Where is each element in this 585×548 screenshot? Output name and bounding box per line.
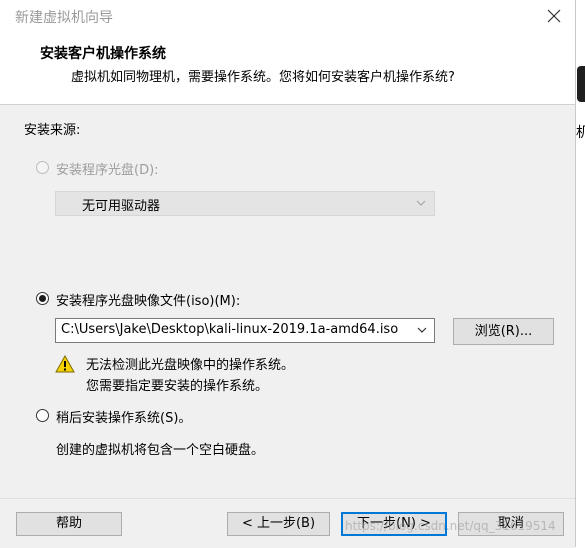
window-title: 新建虚拟机向导: [15, 10, 113, 26]
back-button[interactable]: < 上一步(B): [227, 512, 330, 536]
install-later-description: 创建的虚拟机将包含一个空白硬盘。: [56, 443, 265, 458]
warning-icon: [55, 355, 75, 373]
header-title: 安装客户机操作系统: [40, 46, 166, 62]
radio-selected-dot: [39, 295, 46, 302]
new-vm-wizard-dialog: 新建虚拟机向导 安装客户机操作系统 虚拟机如同物理机，需要操作系统。您将如何安装…: [0, 0, 576, 548]
disc-radio[interactable]: [36, 161, 49, 174]
chevron-down-icon: [417, 327, 427, 333]
browse-button-label: 浏览(R)...: [474, 324, 533, 339]
back-button-label: < 上一步(B): [241, 516, 316, 531]
disc-drive-select[interactable]: 无可用驱动器: [55, 191, 435, 216]
background-window-element: [577, 66, 585, 102]
iso-radio-label: 安装程序光盘映像文件(iso)(M):: [56, 294, 241, 309]
warning-line-1: 无法检测此光盘映像中的操作系统。: [86, 358, 295, 373]
iso-radio[interactable]: [36, 292, 49, 305]
iso-path-combobox[interactable]: C:\Users\Jake\Desktop\kali-linux-2019.1a…: [55, 318, 435, 343]
title-bar: 新建虚拟机向导: [0, 0, 575, 33]
chevron-down-icon: [416, 200, 426, 206]
install-later-radio[interactable]: [36, 409, 49, 422]
browse-button[interactable]: 浏览(R)...: [453, 318, 554, 345]
help-button-label: 帮助: [55, 516, 82, 531]
help-button[interactable]: 帮助: [16, 512, 122, 536]
background-window-text: 机: [576, 125, 585, 141]
wizard-header: 安装客户机操作系统 虚拟机如同物理机，需要操作系统。您将如何安装客户机操作系统?: [0, 33, 575, 105]
close-button[interactable]: [540, 3, 568, 29]
watermark-text: https://blog.csdn.net/qq_31619514: [345, 519, 556, 533]
iso-path-value: C:\Users\Jake\Desktop\kali-linux-2019.1a…: [61, 322, 399, 337]
disc-radio-label: 安装程序光盘(D):: [56, 163, 159, 178]
header-subtitle: 虚拟机如同物理机，需要操作系统。您将如何安装客户机操作系统?: [71, 70, 455, 85]
close-icon: [547, 9, 561, 23]
install-later-label: 稍后安装操作系统(S)。: [56, 411, 192, 426]
install-source-label: 安装来源:: [24, 123, 81, 138]
warning-line-2: 您需要指定要安装的操作系统。: [86, 379, 269, 394]
disc-drive-value: 无可用驱动器: [82, 199, 161, 214]
